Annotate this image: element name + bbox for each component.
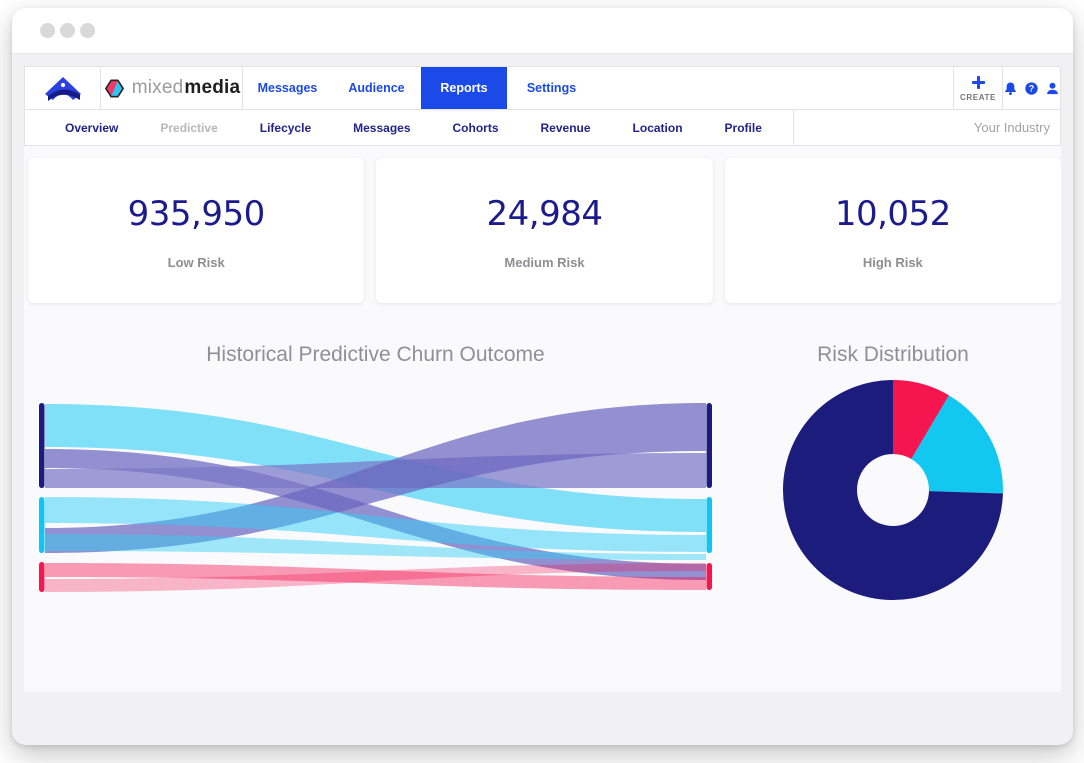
nav-tab-settings[interactable]: Settings [507, 67, 596, 109]
subnav-item-messages[interactable]: Messages [353, 121, 410, 135]
window-control-dot[interactable] [60, 23, 75, 38]
stat-value: 10,052 [835, 194, 951, 234]
utility-icons: ? [1002, 67, 1060, 109]
report-subnav: Overview Predictive Lifecycle Messages C… [24, 110, 1061, 146]
mixedmedia-hexagon-icon [103, 77, 126, 100]
create-button[interactable]: CREATE [953, 67, 1002, 109]
stat-value: 24,984 [487, 194, 603, 234]
primary-nav: Messages Audience Reports Settings [243, 67, 596, 109]
stat-card-high-risk: 10,052 High Risk [725, 158, 1061, 303]
report-content: 935,950 Low Risk 24,984 Medium Risk 10,0… [24, 146, 1061, 692]
bell-icon[interactable] [1003, 81, 1018, 96]
nav-tab-reports[interactable]: Reports [421, 67, 507, 109]
charts-row: Historical Predictive Churn Outcome Risk… [24, 343, 1061, 608]
app-window: mixed media Messages Audience Reports Se… [12, 8, 1073, 745]
help-icon[interactable]: ? [1024, 81, 1039, 96]
navbar-spacer [596, 67, 953, 109]
donut-chart [780, 377, 1006, 603]
stat-label: Low Risk [168, 255, 225, 270]
brand-logo[interactable]: mixed media [101, 67, 243, 109]
subnav-divider [793, 110, 794, 145]
top-navbar: mixed media Messages Audience Reports Se… [24, 66, 1061, 110]
plus-icon [970, 74, 987, 91]
stat-card-medium-risk: 24,984 Medium Risk [376, 158, 712, 303]
stat-card-low-risk: 935,950 Low Risk [28, 158, 364, 303]
brand-name-bold: media [184, 77, 240, 99]
sankey-chart-title: Historical Predictive Churn Outcome [33, 343, 718, 367]
subnav-item-lifecycle[interactable]: Lifecycle [260, 121, 311, 135]
subnav-item-revenue[interactable]: Revenue [541, 121, 591, 135]
subnav-item-overview[interactable]: Overview [65, 121, 118, 135]
window-titlebar [12, 8, 1073, 54]
subnav-item-location[interactable]: Location [633, 121, 683, 135]
subnav-item-cohorts[interactable]: Cohorts [453, 121, 499, 135]
stat-label: High Risk [863, 255, 923, 270]
donut-chart-title: Risk Distribution [780, 343, 1006, 367]
create-button-label: CREATE [960, 93, 996, 102]
subnav-item-profile[interactable]: Profile [725, 121, 762, 135]
app-chrome: mixed media Messages Audience Reports Se… [12, 54, 1073, 692]
app-home-button[interactable] [25, 67, 101, 109]
nav-tab-audience[interactable]: Audience [332, 67, 421, 109]
churn-outcome-chart-block: Historical Predictive Churn Outcome [33, 343, 718, 608]
svg-text:?: ? [1029, 83, 1034, 93]
nav-tab-messages[interactable]: Messages [243, 67, 332, 109]
window-control-dot[interactable] [40, 23, 55, 38]
stat-cards-row: 935,950 Low Risk 24,984 Medium Risk 10,0… [24, 146, 1061, 303]
subnav-item-predictive[interactable]: Predictive [160, 121, 217, 135]
stat-label: Medium Risk [504, 255, 584, 270]
mountain-logo-icon [42, 75, 84, 102]
risk-distribution-chart-block: Risk Distribution [780, 343, 1006, 608]
user-icon[interactable] [1045, 81, 1060, 96]
brand-name-light: mixed [132, 77, 184, 99]
your-industry-label: Your Industry [974, 120, 1050, 135]
window-control-dot[interactable] [80, 23, 95, 38]
stat-value: 935,950 [128, 194, 265, 234]
sankey-chart [33, 393, 718, 608]
